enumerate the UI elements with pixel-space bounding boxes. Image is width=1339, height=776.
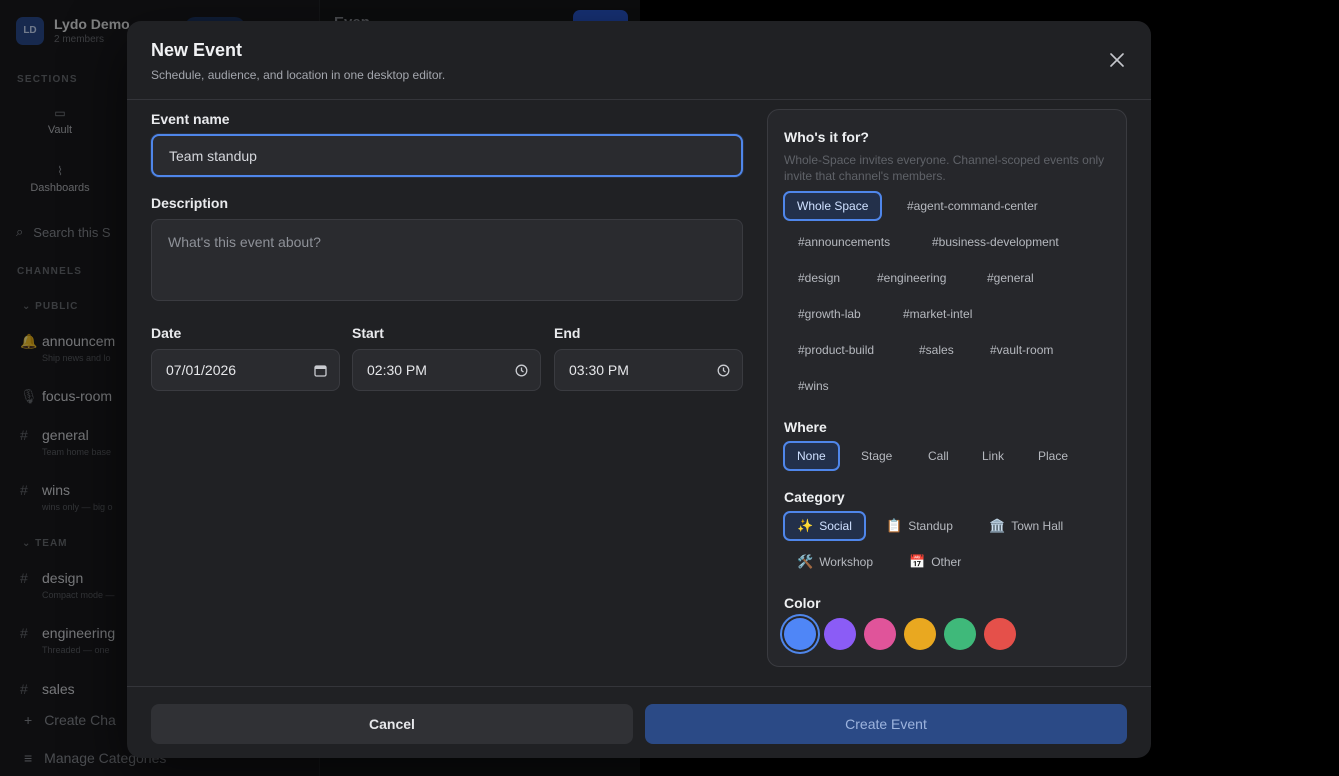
audience-option-whole-space[interactable]: Whole Space	[783, 191, 883, 221]
date-label: Date	[151, 325, 182, 341]
end-time-input[interactable]: 03:30 PM	[554, 349, 743, 391]
end-time-value: 03:30 PM	[569, 362, 629, 378]
classical-building-icon: 🏛️	[989, 518, 1006, 533]
new-event-dialog: New Event Schedule, audience, and locati…	[127, 21, 1151, 758]
start-time-value: 02:30 PM	[367, 362, 427, 378]
color-swatch[interactable]	[984, 618, 1016, 650]
category-option-standup[interactable]: 📋 Standup	[872, 511, 967, 541]
category-standup-label: Standup	[908, 519, 953, 533]
audience-option[interactable]: #product-build	[784, 335, 888, 365]
where-option-link[interactable]: Link	[968, 441, 1018, 471]
category-label: Category	[784, 489, 845, 505]
audience-option[interactable]: #announcements	[784, 227, 904, 257]
audience-option[interactable]: #agent-command-center	[893, 191, 1052, 221]
color-swatch[interactable]	[944, 618, 976, 650]
where-option-none[interactable]: None	[783, 441, 840, 471]
category-option-social[interactable]: ✨ Social	[783, 511, 866, 541]
color-swatch[interactable]	[824, 618, 856, 650]
audience-option[interactable]: #business-development	[918, 227, 1073, 257]
color-swatch[interactable]	[864, 618, 896, 650]
calendar-icon[interactable]	[314, 364, 327, 377]
audience-help: Whole-Space invites everyone. Channel-sc…	[784, 153, 1105, 183]
audience-option[interactable]: #engineering	[863, 263, 960, 293]
sparkles-icon: ✨	[797, 518, 814, 533]
start-time-input[interactable]: 02:30 PM	[352, 349, 541, 391]
where-option-place[interactable]: Place	[1024, 441, 1082, 471]
audience-option[interactable]: #growth-lab	[784, 299, 875, 329]
category-other-label: Other	[931, 555, 962, 569]
calendar-emoji-icon: 📅	[909, 554, 926, 569]
event-name-label: Event name	[151, 111, 230, 127]
category-option-other[interactable]: 📅 Other	[895, 547, 975, 577]
description-textarea[interactable]	[151, 219, 743, 301]
cancel-button[interactable]: Cancel	[151, 704, 633, 744]
clock-icon[interactable]	[515, 364, 528, 377]
audience-option[interactable]: #market-intel	[889, 299, 986, 329]
dialog-title: New Event	[151, 40, 243, 60]
audience-option[interactable]: #design	[784, 263, 854, 293]
close-icon	[1110, 53, 1124, 67]
event-name-input[interactable]	[151, 134, 743, 177]
audience-option[interactable]: #wins	[784, 371, 843, 401]
category-option-workshop[interactable]: 🛠️ Workshop	[783, 547, 887, 577]
description-label: Description	[151, 195, 229, 211]
end-label: End	[554, 325, 581, 341]
audience-label: Who's it for?	[784, 129, 869, 145]
color-swatch[interactable]	[784, 618, 816, 650]
dialog-header: New Event Schedule, audience, and locati…	[127, 21, 1151, 100]
category-workshop-label: Workshop	[819, 555, 873, 569]
audience-option[interactable]: #vault-room	[976, 335, 1067, 365]
where-option-call[interactable]: Call	[914, 441, 963, 471]
clock-icon[interactable]	[717, 364, 730, 377]
date-value: 07/01/2026	[166, 362, 237, 378]
close-button[interactable]	[1107, 50, 1127, 70]
dialog-subtitle: Schedule, audience, and location in one …	[151, 68, 446, 82]
audience-option[interactable]: #sales	[905, 335, 968, 365]
start-label: Start	[352, 325, 384, 341]
date-input[interactable]: 07/01/2026	[151, 349, 340, 391]
where-label: Where	[784, 419, 827, 435]
clipboard-icon: 📋	[886, 518, 903, 533]
where-option-stage[interactable]: Stage	[847, 441, 906, 471]
color-label: Color	[784, 595, 821, 611]
create-event-button[interactable]: Create Event	[645, 704, 1127, 744]
category-option-town-hall[interactable]: 🏛️ Town Hall	[975, 511, 1077, 541]
category-social-label: Social	[819, 519, 852, 533]
audience-option[interactable]: #general	[973, 263, 1048, 293]
color-swatch[interactable]	[904, 618, 936, 650]
tools-icon: 🛠️	[797, 554, 814, 569]
dialog-footer: Cancel Create Event	[127, 686, 1151, 758]
audience-panel: Who's it for? Whole-Space invites everyo…	[767, 109, 1127, 667]
category-town-hall-label: Town Hall	[1011, 519, 1064, 533]
